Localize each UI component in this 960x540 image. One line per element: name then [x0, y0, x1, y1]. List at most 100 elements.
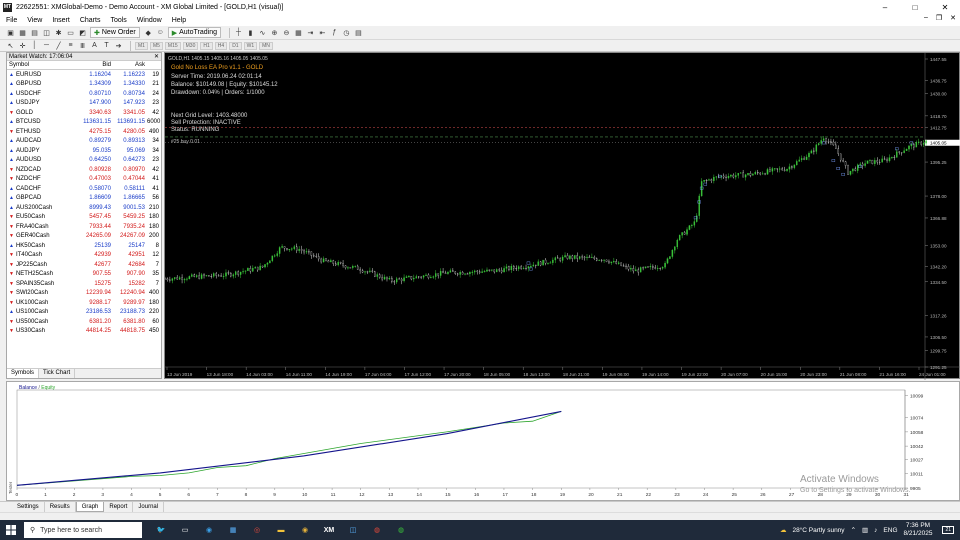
timeframe-mn[interactable]: MN: [259, 41, 273, 50]
timeframe-h4[interactable]: H4: [214, 41, 228, 50]
menu-file[interactable]: File: [6, 17, 17, 24]
tray-chevron-icon[interactable]: ⌃: [851, 526, 856, 534]
arrows-icon[interactable]: ➔: [114, 41, 123, 51]
timeframe-h1[interactable]: H1: [200, 41, 213, 50]
market-watch-row[interactable]: ▼ NZDCHF 0.47003 0.47044 41: [7, 175, 161, 185]
tester-icon[interactable]: ◩: [78, 28, 87, 38]
market-watch-row[interactable]: ▲ AUS200Cash 8999.43 9001.53 210: [7, 203, 161, 213]
timeframe-m5[interactable]: M5: [149, 41, 163, 50]
metaeditor-icon[interactable]: ◆: [144, 28, 153, 38]
market-watch-row[interactable]: ▼ US30Cash 44814.25 44818.75 450: [7, 327, 161, 337]
bar-chart-icon[interactable]: ┼: [234, 28, 243, 38]
app-icon-red[interactable]: ◍: [368, 520, 386, 540]
trendline-icon[interactable]: ╱: [54, 41, 63, 51]
col-ask[interactable]: Ask: [113, 62, 147, 68]
chart-window[interactable]: 1447.551436.751430.001418.701412.751406.…: [164, 52, 960, 380]
profiles-icon[interactable]: ▦: [18, 28, 27, 38]
close-button[interactable]: ✕: [930, 0, 960, 14]
mdi-close-button[interactable]: ✕: [950, 14, 956, 22]
tab-settings[interactable]: Settings: [12, 502, 45, 512]
autoscroll-icon[interactable]: ⇥: [306, 28, 315, 38]
channel-icon[interactable]: ≡: [66, 41, 75, 51]
taskbar-search[interactable]: ⚲ Type here to search: [24, 522, 142, 538]
market-watch-row[interactable]: ▲ GBPUSD 1.34309 1.34330 21: [7, 80, 161, 90]
market-watch-row[interactable]: ▼ GOLD 3340.63 3341.05 42: [7, 108, 161, 118]
zoom-out-icon[interactable]: ⊖: [282, 28, 291, 38]
menu-charts[interactable]: Charts: [80, 17, 101, 24]
market-watch-row[interactable]: ▲ HK50Cash 25139 25147 8: [7, 241, 161, 251]
indicators-icon[interactable]: ƒ: [330, 28, 339, 38]
cursor-icon[interactable]: ↖: [6, 41, 15, 51]
xm-app-icon[interactable]: XM: [320, 520, 338, 540]
menu-window[interactable]: Window: [137, 17, 162, 24]
market-watch-row[interactable]: ▼ EU50Cash 5457.45 5459.25 180: [7, 213, 161, 223]
col-bid[interactable]: Bid: [77, 62, 113, 68]
label-icon[interactable]: T: [102, 41, 111, 51]
task-view-icon[interactable]: ▭: [176, 520, 194, 540]
chart-shift-icon[interactable]: ⇤: [318, 28, 327, 38]
menu-view[interactable]: View: [27, 17, 42, 24]
market-watch-row[interactable]: ▼ IT40Cash 42939 42951 12: [7, 251, 161, 261]
edge-icon[interactable]: ◉: [200, 520, 218, 540]
chrome-icon[interactable]: ◉: [296, 520, 314, 540]
market-watch-row[interactable]: ▼ GER40Cash 24265.09 24267.09 200: [7, 232, 161, 242]
market-watch-row[interactable]: ▼ UK100Cash 9288.17 9289.97 180: [7, 298, 161, 308]
candle-chart-icon[interactable]: ▮: [246, 28, 255, 38]
vertical-line-icon[interactable]: │: [30, 41, 39, 51]
expert-icon[interactable]: ☺: [156, 28, 165, 38]
new-order-button[interactable]: ✚ New Order: [90, 27, 140, 38]
timeframe-w1[interactable]: W1: [243, 41, 258, 50]
market-watch-row[interactable]: ▲ USDJPY 147.900 147.923 23: [7, 99, 161, 109]
horizontal-line-icon[interactable]: ─: [42, 41, 51, 51]
network-icon[interactable]: ▥: [862, 526, 868, 534]
maximize-button[interactable]: □: [900, 0, 930, 14]
terminal-icon[interactable]: ▭: [66, 28, 75, 38]
file-explorer-icon[interactable]: ▬: [272, 520, 290, 540]
market-watch-row[interactable]: ▲ CADCHF 0.58070 0.58111 41: [7, 184, 161, 194]
mdi-minimize-button[interactable]: –: [924, 14, 928, 22]
timeframe-m1[interactable]: M1: [135, 41, 148, 50]
market-watch-row[interactable]: ▼ JP225Cash 42677 42684 7: [7, 260, 161, 270]
minimize-button[interactable]: –: [870, 0, 900, 14]
line-chart-icon[interactable]: ∿: [258, 28, 267, 38]
tab-graph[interactable]: Graph: [75, 502, 105, 512]
timeframe-m30[interactable]: M30: [182, 41, 199, 50]
weather-text[interactable]: 28°C Partly sunny: [792, 527, 844, 534]
navigator-icon[interactable]: ✱: [54, 28, 63, 38]
market-watch-row[interactable]: ▲ US100Cash 23186.53 23188.73 220: [7, 308, 161, 318]
timeframe-d1[interactable]: D1: [229, 41, 242, 50]
crosshair-icon[interactable]: ✛: [18, 41, 27, 51]
col-symbol[interactable]: Symbol: [7, 62, 77, 68]
start-button[interactable]: [0, 520, 22, 540]
market-watch-row[interactable]: ▼ NZDCAD 0.80928 0.80970 42: [7, 165, 161, 175]
timeframe-m15[interactable]: M15: [164, 41, 181, 50]
language-indicator[interactable]: ENG: [883, 527, 897, 534]
market-watch-row[interactable]: ▲ BTCUSD 113631.15 113691.15 6000: [7, 118, 161, 128]
cortana-bird-icon[interactable]: 🐦: [152, 520, 170, 540]
tab-report[interactable]: Report: [104, 502, 134, 512]
app-icon-green[interactable]: ◍: [392, 520, 410, 540]
fibonacci-icon[interactable]: Ⅲ: [78, 41, 87, 51]
menu-help[interactable]: Help: [172, 17, 186, 24]
tab-journal[interactable]: Journal: [133, 502, 165, 512]
tab-symbols[interactable]: Symbols: [7, 369, 40, 378]
market-watch-row[interactable]: ▼ SWI20Cash 12239.94 12240.94 400: [7, 289, 161, 299]
market-watch-row[interactable]: ▼ FRA40Cash 7933.44 7935.24 180: [7, 222, 161, 232]
market-watch-row[interactable]: ▼ SPAIN35Cash 15275 15282 7: [7, 279, 161, 289]
market-watch-close-icon[interactable]: ✕: [154, 53, 159, 61]
autotrading-button[interactable]: ▶ AutoTrading: [167, 27, 221, 38]
market-watch-row[interactable]: ▲ AUDCAD 0.89279 0.89313 34: [7, 137, 161, 147]
price-chart[interactable]: 1447.551436.751430.001418.701412.751406.…: [165, 53, 960, 380]
mdi-restore-button[interactable]: ❐: [936, 14, 942, 22]
market-watch-row[interactable]: ▲ USDCHF 0.80710 0.80734 24: [7, 89, 161, 99]
store-icon[interactable]: ◫: [344, 520, 362, 540]
market-watch-row[interactable]: ▲ EURUSD 1.16204 1.16223 19: [7, 70, 161, 80]
volume-icon[interactable]: ♪: [874, 527, 877, 534]
text-icon[interactable]: A: [90, 41, 99, 51]
market-watch-row[interactable]: ▲ GBPCAD 1.86609 1.86665 56: [7, 194, 161, 204]
new-chart-icon[interactable]: ▣: [6, 28, 15, 38]
tile-icon[interactable]: ▦: [294, 28, 303, 38]
media-app-icon[interactable]: ◎: [248, 520, 266, 540]
notification-badge[interactable]: 21: [942, 526, 954, 534]
market-watch-row[interactable]: ▼ ETHUSD 4275.15 4280.05 490: [7, 127, 161, 137]
